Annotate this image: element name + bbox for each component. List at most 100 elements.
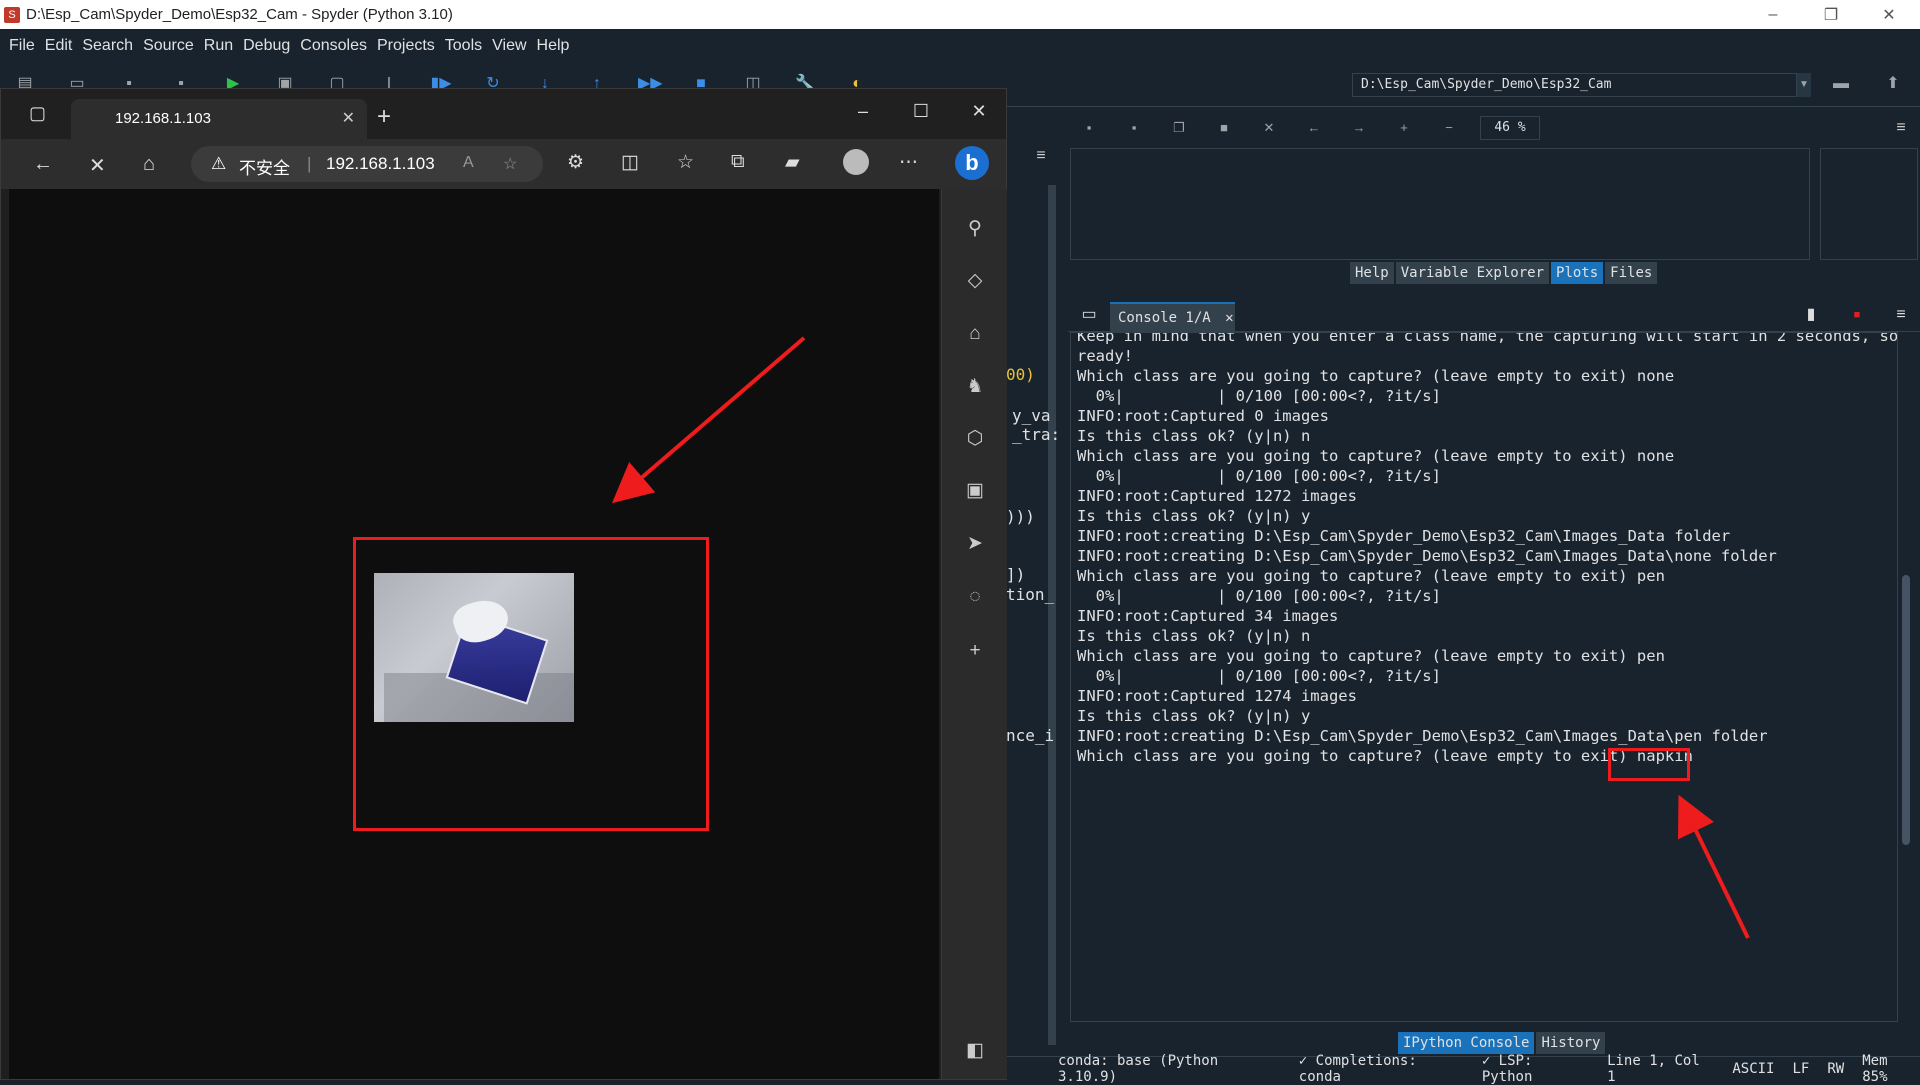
console-line: Is this class ok? (y|n) n <box>1077 627 1311 645</box>
console-scrollbar[interactable] <box>1900 335 1912 1025</box>
spyder-title-bar: S D:\Esp_Cam\Spyder_Demo\Esp32_Cam - Spy… <box>0 0 1920 29</box>
menu-view[interactable]: View <box>487 37 531 55</box>
code-fragment: nce_i <box>1006 726 1055 745</box>
clear-console-icon[interactable]: ▮ <box>1800 304 1822 326</box>
working-directory-field[interactable]: D:\Esp_Cam\Spyder_Demo\Esp32_Cam <box>1352 73 1797 97</box>
more-options-icon[interactable]: ⋯ <box>899 151 918 174</box>
menu-file[interactable]: File <box>4 37 40 55</box>
new-tab-icon[interactable]: + <box>377 103 391 131</box>
home-icon[interactable]: ⌂ <box>143 153 155 176</box>
console-line: Is this class ok? (y|n) n <box>1077 427 1311 445</box>
console-line: INFO:root:creating D:\Esp_Cam\Spyder_Dem… <box>1077 527 1731 545</box>
browser-minimize-button[interactable]: – <box>835 101 891 122</box>
favorites-icon[interactable]: ☆ <box>677 151 694 174</box>
back-icon[interactable]: ← <box>33 153 53 176</box>
toolbox-icon[interactable]: ⌂ <box>963 322 987 346</box>
browser-maximize-button[interactable]: ☐ <box>893 101 949 122</box>
menu-projects[interactable]: Projects <box>372 37 440 55</box>
collections-icon[interactable]: ⧉ <box>731 151 745 173</box>
remove-plot-icon[interactable]: ■ <box>1213 117 1235 139</box>
tab-files[interactable]: Files <box>1605 262 1658 284</box>
menu-help[interactable]: Help <box>532 37 575 55</box>
menu-search[interactable]: Search <box>77 37 138 55</box>
upper-pane-tabs: Help Variable Explorer Plots Files <box>1350 262 1658 284</box>
close-icon[interactable]: ✕ <box>1225 310 1233 326</box>
menu-tools[interactable]: Tools <box>440 37 487 55</box>
tab-console[interactable]: Console 1/A ✕ <box>1110 302 1235 332</box>
scrollbar-thumb[interactable] <box>1902 575 1910 845</box>
remove-all-plots-icon[interactable]: ✕ <box>1258 117 1280 139</box>
console-tab-label: Console 1/A <box>1118 310 1211 326</box>
code-fragment: y_va <box>1012 406 1051 425</box>
tab-ipython-console[interactable]: IPython Console <box>1398 1032 1535 1054</box>
read-aloud-icon[interactable]: A <box>463 154 474 172</box>
browser-close-button[interactable]: ✕ <box>951 101 1007 122</box>
add-favorite-icon[interactable]: ☆ <box>503 154 517 174</box>
chess-icon[interactable]: ♞ <box>963 375 987 399</box>
console-options-icon[interactable]: ≡ <box>1890 304 1912 326</box>
browse-directory-icon[interactable]: ▬ <box>1830 73 1852 95</box>
spyder-icon: S <box>4 6 20 23</box>
profile-avatar[interactable] <box>843 149 869 175</box>
address-divider: | <box>307 154 312 173</box>
send-icon[interactable]: ➤ <box>963 532 987 556</box>
sidebar-toggle-icon[interactable]: ◧ <box>963 1039 987 1063</box>
console-line: INFO:root:Captured 0 images <box>1077 407 1329 425</box>
address-bar[interactable]: ⚠ 不安全 | 192.168.1.103 A ☆ <box>191 146 543 182</box>
console-line: INFO:root:Captured 1272 images <box>1077 487 1357 505</box>
status-eol: LF <box>1792 1060 1810 1077</box>
plots-options-icon[interactable]: ≡ <box>1890 117 1912 139</box>
menu-debug[interactable]: Debug <box>238 37 295 55</box>
address-url[interactable]: 192.168.1.103 <box>326 154 435 174</box>
bell-icon[interactable]: ◌ <box>963 585 987 609</box>
extensions-icon[interactable]: ⚙ <box>567 151 584 174</box>
tab-history[interactable]: History <box>1536 1032 1606 1054</box>
tab-plots[interactable]: Plots <box>1551 262 1604 284</box>
console-line: Which class are you going to capture? (l… <box>1077 447 1675 465</box>
tab-help[interactable]: Help <box>1350 262 1394 284</box>
tab-variable-explorer[interactable]: Variable Explorer <box>1395 262 1550 284</box>
editor-options-icon[interactable]: ≡ <box>1030 145 1052 167</box>
tag-icon[interactable]: ◇ <box>963 269 987 293</box>
performance-icon[interactable]: ▰ <box>785 151 800 174</box>
add-icon[interactable]: + <box>963 639 987 663</box>
plots-thumbnails[interactable] <box>1820 148 1918 260</box>
zoom-out-icon[interactable]: − <box>1438 117 1460 139</box>
copy-plot-icon[interactable]: ❐ <box>1168 117 1190 139</box>
save-all-plots-icon[interactable]: ▪ <box>1123 117 1145 139</box>
next-plot-icon[interactable]: → <box>1348 117 1370 139</box>
console-line: 0%| | 0/100 [00:00<?, ?it/s] <box>1077 387 1441 405</box>
console-line: ready! <box>1077 347 1133 365</box>
browser-tab[interactable]: 192.168.1.103 ✕ <box>71 99 367 139</box>
close-icon[interactable]: ✕ <box>342 99 355 139</box>
browser-sidebar: ⚲ ◇ ⌂ ♞ ⬡ ▣ ➤ ◌ + ◧ <box>941 189 1007 1079</box>
menu-consoles[interactable]: Consoles <box>295 37 372 55</box>
minimize-button[interactable]: – <box>1744 0 1802 29</box>
previous-plot-icon[interactable]: ← <box>1303 117 1325 139</box>
save-plot-icon[interactable]: ▪ <box>1078 117 1100 139</box>
parent-directory-icon[interactable]: ⬆ <box>1882 73 1904 95</box>
browse-tabs-icon[interactable]: ▭ <box>1078 304 1100 326</box>
stop-loading-icon[interactable]: ✕ <box>89 153 106 178</box>
menu-edit[interactable]: Edit <box>40 37 78 55</box>
search-icon[interactable]: ⚲ <box>963 217 987 241</box>
restore-button[interactable]: ❐ <box>1802 0 1860 29</box>
outlook-icon[interactable]: ▣ <box>963 479 987 503</box>
ipython-console[interactable]: Keep in mind that when you enter a class… <box>1070 332 1898 1022</box>
console-line: INFO:root:creating D:\Esp_Cam\Spyder_Dem… <box>1077 727 1768 745</box>
zoom-level[interactable]: 46 % <box>1480 116 1540 140</box>
office-icon[interactable]: ⬡ <box>963 427 987 451</box>
bing-copilot-icon[interactable]: b <box>955 146 989 180</box>
not-secure-label[interactable]: 不安全 <box>239 154 290 179</box>
tab-actions-icon[interactable]: ▢ <box>29 103 46 124</box>
menu-source[interactable]: Source <box>138 37 199 55</box>
stop-console-icon[interactable]: ■ <box>1846 304 1868 326</box>
menu-run[interactable]: Run <box>199 37 238 55</box>
console-line: Is this class ok? (y|n) y <box>1077 707 1311 725</box>
split-screen-icon[interactable]: ◫ <box>621 151 639 174</box>
zoom-in-icon[interactable]: + <box>1393 117 1415 139</box>
chevron-down-icon[interactable]: ▼ <box>1797 73 1811 97</box>
warning-icon[interactable]: ⚠ <box>211 154 226 174</box>
editor-scrollbar[interactable] <box>1048 185 1056 1045</box>
close-button[interactable]: ✕ <box>1860 0 1918 29</box>
